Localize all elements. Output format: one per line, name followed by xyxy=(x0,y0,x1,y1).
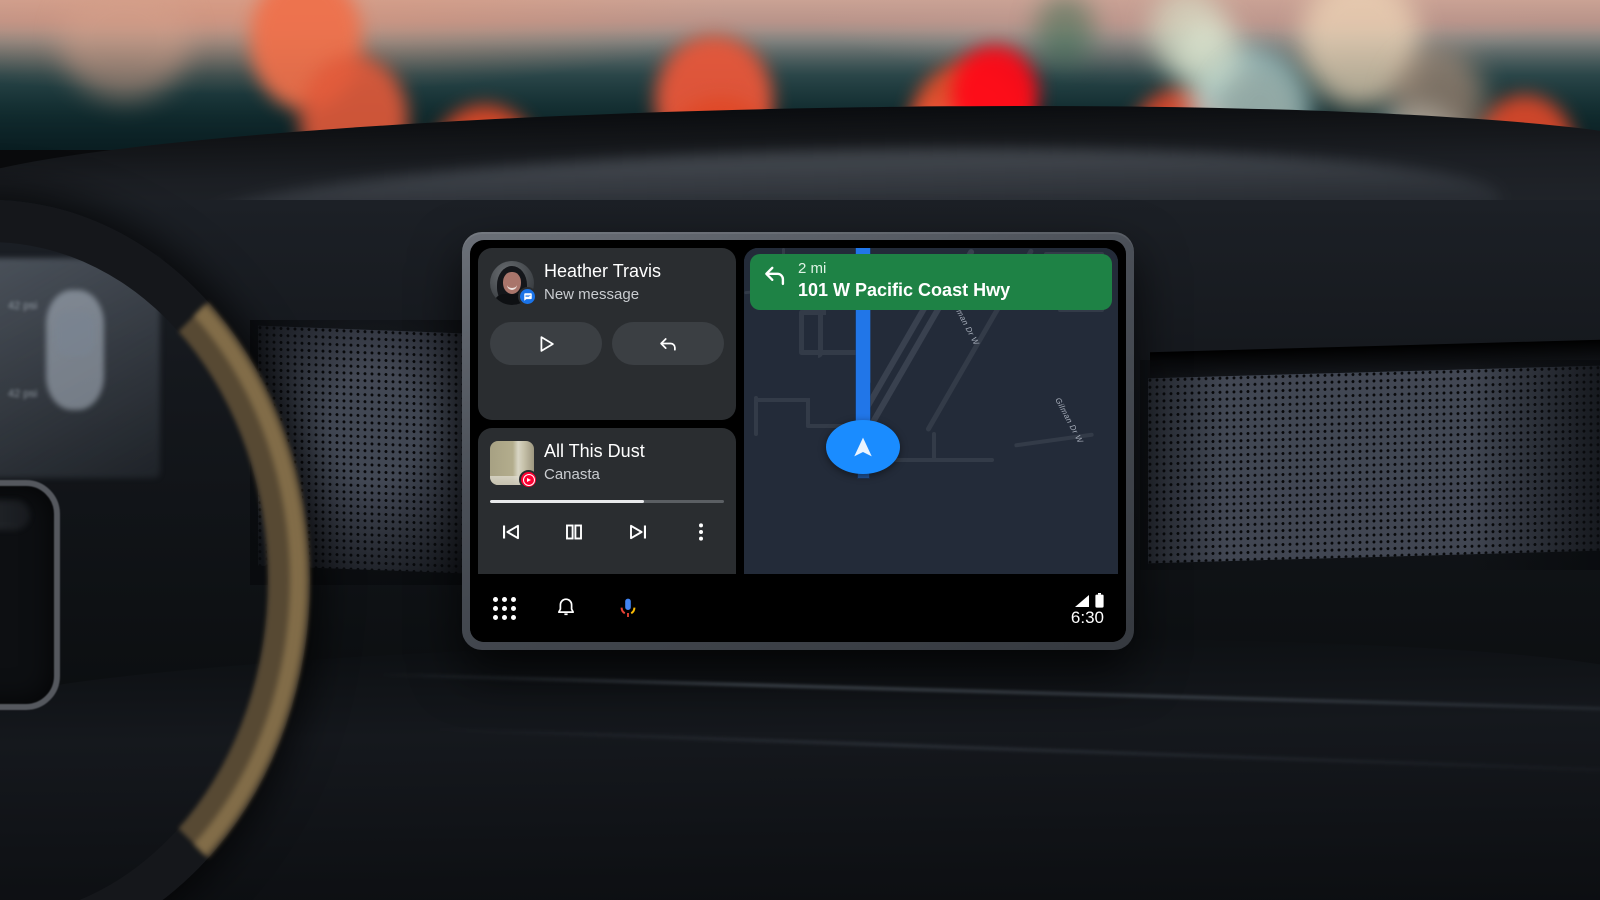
map-road xyxy=(754,396,758,436)
taskbar-status: 6:30 xyxy=(1071,591,1108,626)
google-assistant-mic-icon xyxy=(620,598,636,617)
track-title: All This Dust xyxy=(544,441,645,462)
google-messages-icon xyxy=(518,287,537,306)
play-icon xyxy=(540,335,554,352)
bell-icon xyxy=(557,598,575,616)
car-dashboard-scene: 42 psi 42 psi Heather Travis New message… xyxy=(0,0,1600,900)
steering-wheel-spoke-highlight xyxy=(0,500,30,530)
pause-button[interactable] xyxy=(557,517,591,547)
youtube-music-icon xyxy=(519,470,538,489)
clock: 6:30 xyxy=(1070,607,1104,627)
next-button[interactable] xyxy=(621,517,655,547)
playback-progress-bar[interactable] xyxy=(490,500,724,503)
notifications-button[interactable] xyxy=(550,592,582,624)
previous-track-icon xyxy=(503,524,519,539)
previous-button[interactable] xyxy=(494,517,528,547)
playback-progress-fill xyxy=(490,500,645,503)
navigation-distance: 2 mi xyxy=(798,260,827,277)
notification-header: Heather Travis New message xyxy=(490,261,724,306)
next-track-icon xyxy=(629,524,646,539)
message-notification-card[interactable]: Heather Travis New message xyxy=(478,248,736,420)
media-header: All This Dust Canasta xyxy=(490,441,724,489)
reply-arrow-icon xyxy=(660,337,676,351)
navigation-banner[interactable]: 2 mi 101 W Pacific Coast Hwy xyxy=(750,254,1112,310)
current-position-puck xyxy=(826,420,900,474)
notification-text: Heather Travis New message xyxy=(544,261,661,304)
assistant-button[interactable] xyxy=(612,592,644,624)
notification-subtitle: New message xyxy=(544,286,640,304)
app-launcher-button[interactable] xyxy=(488,592,520,624)
taskbar: 6:30 xyxy=(470,574,1126,642)
album-art-wrapper xyxy=(490,441,538,489)
signal-bars-icon xyxy=(1075,594,1089,607)
map-road xyxy=(932,432,936,460)
reply-button[interactable] xyxy=(612,322,724,365)
track-artist: Canasta xyxy=(544,466,600,484)
notification-sender: Heather Travis xyxy=(544,261,662,282)
notification-actions xyxy=(490,322,724,365)
pause-icon xyxy=(566,524,583,539)
turn-left-icon xyxy=(765,266,785,286)
overflow-menu-icon xyxy=(698,522,703,541)
android-auto-screen: Heather Travis New message All This Dust… xyxy=(470,240,1126,642)
more-options-button[interactable] xyxy=(684,517,718,547)
media-text: All This Dust Canasta xyxy=(544,441,645,484)
battery-icon xyxy=(1095,592,1104,608)
navigation-chevron-icon xyxy=(854,437,872,457)
avatar-wrapper xyxy=(490,261,537,306)
map-road xyxy=(799,310,804,354)
app-launcher-icon xyxy=(492,596,516,620)
head-unit-bezel: Heather Travis New message All This Dust… xyxy=(462,232,1134,650)
map-road xyxy=(894,458,994,462)
map-road xyxy=(754,398,810,402)
media-controls xyxy=(490,517,724,547)
taskbar-buttons xyxy=(488,592,644,624)
speaker-grille-right-shading xyxy=(1140,360,1600,570)
navigation-street: 101 W Pacific Coast Hwy xyxy=(798,279,1011,300)
navigation-banner-text: 2 mi 101 W Pacific Coast Hwy xyxy=(798,260,1011,301)
play-message-button[interactable] xyxy=(490,322,602,365)
status-icons xyxy=(1074,591,1104,608)
